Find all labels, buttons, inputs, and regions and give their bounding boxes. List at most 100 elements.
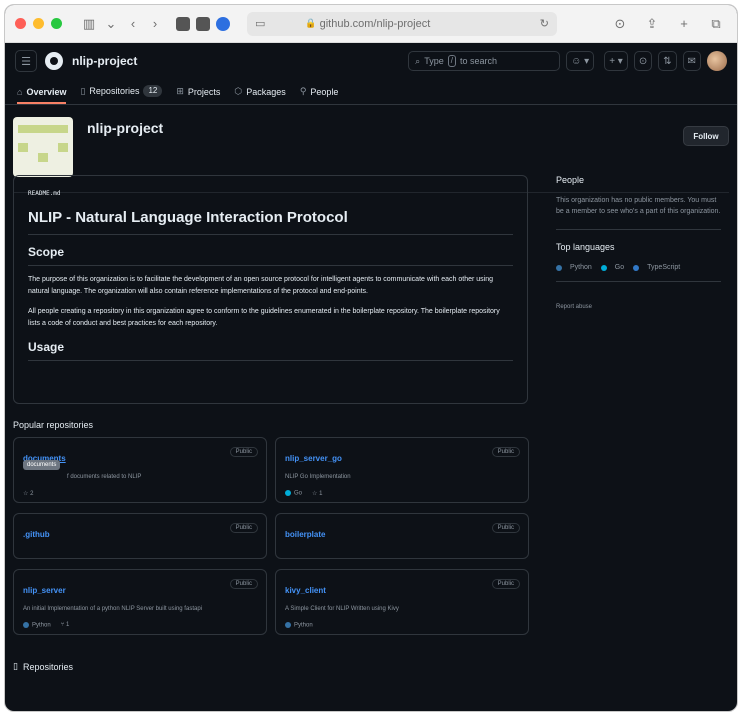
extension-icon[interactable] (196, 16, 210, 31)
language-dot-icon (600, 264, 607, 271)
tabs-overview-icon[interactable]: ⧉ (705, 14, 727, 34)
org-nav: ⌂ Overview ▯ Repositories 12 ⊞ Projects … (5, 79, 737, 105)
fork-count-value: 1 (65, 622, 70, 629)
language-name: Go (294, 490, 303, 497)
avatar[interactable] (707, 51, 727, 71)
scope-heading: Scope (28, 245, 513, 266)
visibility-badge: Public (491, 447, 520, 457)
visibility-badge: Public (229, 447, 258, 457)
repo-card: documents Public documents f documents r… (13, 437, 267, 503)
extension-icon[interactable] (216, 16, 230, 31)
download-icon[interactable]: ⊙ (609, 14, 631, 34)
share-icon[interactable]: ⇪ (641, 14, 663, 34)
fork-count[interactable]: ⑂ 1 (61, 622, 70, 628)
readme-filename[interactable]: README.md (28, 190, 513, 197)
languages-list: Python Go TypeScript (556, 264, 721, 271)
report-abuse-link[interactable]: Report abuse (556, 304, 721, 310)
search-input[interactable]: ⌕ Type / to search (408, 51, 561, 71)
popular-repos-title: Popular repositories (13, 420, 94, 430)
tab-people[interactable]: ⚲ People (300, 86, 339, 104)
repo-description: A Simple Client for NLIP Written using K… (285, 606, 399, 612)
fork-icon: ⑂ (60, 622, 65, 629)
repositories-heading: Repositories (22, 661, 73, 672)
repo-meta: Python (285, 622, 519, 629)
people-text: This organization has no public members.… (556, 197, 721, 215)
repo-link[interactable]: nlip_server_go (285, 454, 342, 463)
page-title: nlip-project (87, 120, 164, 136)
tab-repositories[interactable]: ▯ Repositories 12 (80, 85, 163, 104)
github-logo-icon[interactable] (45, 52, 63, 70)
lock-icon: 🔒 (305, 18, 317, 28)
browser-toolbar: ▥ ⌄ ‹ › ▭ 🔒 github.com/nlip-project ↻ ⊙ … (5, 5, 737, 43)
repo-card: .github Public (13, 513, 267, 559)
people-heading: People (556, 175, 585, 185)
language-link[interactable]: Python (570, 264, 592, 271)
follow-button[interactable]: Follow (683, 126, 729, 146)
readme-title: NLIP - Natural Language Interaction Prot… (28, 209, 513, 235)
tab-projects[interactable]: ⊞ Projects (176, 86, 220, 104)
new-tab-icon[interactable]: + (673, 14, 695, 34)
readme-paragraph: All people creating a repository in this… (28, 308, 500, 327)
repo-count-badge: 12 (143, 85, 163, 97)
repositories-section-title: ▯ Repositories (13, 661, 73, 672)
language-name: Python (294, 622, 313, 629)
search-shortcut-key: / (447, 55, 456, 67)
header-org-link[interactable]: nlip-project (72, 54, 137, 68)
language-name: Python (32, 622, 51, 629)
forward-icon[interactable]: › (144, 14, 166, 34)
pull-requests-icon[interactable]: ⇅ (658, 51, 677, 71)
repo-description: NLIP Go Implementation (285, 474, 351, 480)
person-icon: ⚲ (299, 86, 307, 96)
tooltip: documents (23, 460, 61, 470)
visibility-badge: Public (229, 579, 258, 589)
repo-card: nlip_server_go Public NLIP Go Implementa… (275, 437, 529, 503)
issues-icon[interactable]: ⊙ (633, 51, 653, 71)
copilot-button[interactable]: ☺ ▾ (566, 51, 595, 71)
book-icon: ⌂ (17, 87, 23, 97)
package-icon: ⬡ (234, 86, 243, 96)
address-bar[interactable]: ▭ 🔒 github.com/nlip-project ↻ (247, 11, 557, 36)
minimize-window-button[interactable] (33, 18, 44, 29)
repo-link[interactable]: nlip_server (23, 586, 66, 595)
create-new-button[interactable]: + ▾ (604, 51, 628, 71)
inbox-icon[interactable]: ✉ (682, 51, 701, 71)
window-controls (15, 18, 62, 29)
tab-overview[interactable]: ⌂ Overview (17, 87, 67, 104)
visibility-badge: Public (491, 579, 520, 589)
star-count[interactable]: ☆ 2 (23, 490, 33, 497)
menu-icon[interactable]: ☰ (15, 50, 37, 72)
page-icon: ▭ (255, 18, 266, 30)
reload-icon[interactable]: ↻ (540, 17, 549, 30)
language-dot-icon (23, 622, 29, 628)
language-link[interactable]: Go (615, 264, 624, 271)
repo-meta: ☆ 2 (23, 490, 257, 497)
repo-card: boilerplate Public (275, 513, 529, 559)
readme-paragraph: The purpose of this organization is to f… (28, 276, 493, 295)
repo-icon: ▯ (13, 661, 18, 671)
star-count[interactable]: ☆ 1 (312, 490, 322, 497)
back-icon[interactable]: ‹ (122, 14, 144, 34)
usage-heading: Usage (28, 340, 513, 361)
repo-description: An initial Implementation of a python NL… (23, 606, 202, 612)
star-icon: ☆ (312, 491, 318, 497)
search-placeholder: to search (459, 56, 497, 66)
table-icon: ⊞ (176, 86, 184, 96)
repo-card: nlip_server Public An initial Implementa… (13, 569, 267, 635)
repo-icon: ▯ (80, 85, 86, 96)
extension-icon[interactable] (176, 16, 190, 31)
repo-link[interactable]: boilerplate (285, 530, 325, 539)
star-count-value: 1 (319, 491, 323, 497)
search-icon: ⌕ (415, 55, 421, 66)
url-text: github.com/nlip-project (319, 17, 431, 30)
repo-link[interactable]: kivy_client (285, 586, 326, 595)
close-window-button[interactable] (15, 18, 26, 29)
repo-card: kivy_client Public A Simple Client for N… (275, 569, 529, 635)
repo-link[interactable]: .github (23, 530, 50, 539)
chevron-down-icon[interactable]: ⌄ (100, 14, 122, 34)
visibility-badge: Public (491, 523, 520, 533)
sidebar-toggle-icon[interactable]: ▥ (78, 14, 100, 34)
language-link[interactable]: TypeScript (647, 264, 680, 271)
star-icon: ☆ (23, 491, 29, 497)
zoom-window-button[interactable] (51, 18, 62, 29)
tab-packages[interactable]: ⬡ Packages (234, 86, 285, 104)
